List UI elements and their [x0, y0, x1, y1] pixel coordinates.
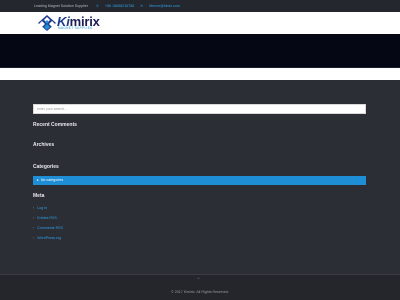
chevron-right-icon: ▸: [37, 178, 39, 182]
subheader-strip: [0, 68, 400, 80]
chevron-up-icon[interactable]: ⌃: [196, 277, 201, 284]
chevron-right-icon: ›: [33, 216, 35, 220]
top-info-bar: Leading Magnet Solution Supplier ✆ +86 1…: [0, 0, 400, 12]
site-footer: ⌃ © 2017 Kimirix. All Rights Reserved.: [0, 274, 400, 300]
chevron-right-icon: ›: [33, 226, 35, 230]
search-input[interactable]: enter your search...: [33, 104, 366, 114]
meta-link-comments-rss[interactable]: › Comments RSS: [33, 226, 93, 230]
archives-title: Archives: [33, 142, 55, 148]
mail-icon: ✉: [140, 4, 144, 8]
phone-link[interactable]: +86 18658216788: [105, 4, 134, 8]
site-tagline: Leading Magnet Solution Supplier: [34, 4, 88, 8]
contact-info: ✆ +86 18658216788 ✉ Mercer@kimix.com: [96, 0, 185, 12]
recent-comments-title: Recent Comments: [33, 122, 77, 128]
site-logo[interactable]: Kimirix MAGNET SUPPLIES: [38, 14, 128, 31]
logo-subtitle: MAGNET SUPPLIES: [58, 26, 93, 30]
meta-link-entries-rss[interactable]: › Entries RSS: [33, 216, 93, 220]
logo-diamond-icon: [38, 15, 56, 31]
chevron-right-icon: ›: [33, 206, 35, 210]
email-link[interactable]: Mercer@kimix.com: [149, 4, 180, 8]
hero-banner: [0, 34, 400, 68]
phone-icon: ✆: [96, 4, 100, 8]
site-header: Kimirix MAGNET SUPPLIES: [0, 12, 400, 34]
meta-link-wordpress[interactable]: › WordPress.org: [33, 236, 93, 240]
category-item[interactable]: ▸ No categories: [33, 176, 366, 185]
chevron-right-icon: ›: [33, 236, 35, 240]
category-label: No categories: [40, 178, 63, 182]
meta-title: Meta: [33, 193, 45, 199]
meta-link-login[interactable]: › Log in: [33, 206, 93, 210]
copyright-text: © 2017 Kimirix. All Rights Reserved.: [171, 290, 229, 294]
categories-title: Categories: [33, 164, 59, 170]
